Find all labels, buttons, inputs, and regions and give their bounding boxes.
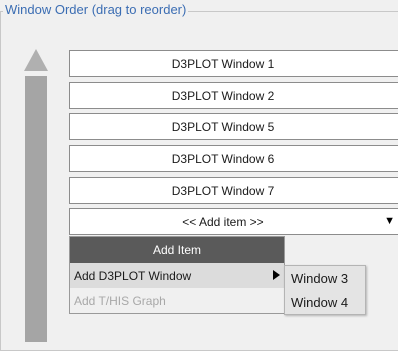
submenu-arrow-icon	[273, 270, 280, 280]
add-item-menu: Add Item Add D3PLOT Window Add T/HIS Gra…	[69, 236, 285, 314]
scrollbar-track[interactable]	[25, 48, 47, 342]
add-item-select[interactable]: << Add item >> ▼	[69, 208, 398, 235]
submenu-item-window-3[interactable]: Window 3	[285, 266, 365, 290]
group-title: Window Order (drag to reorder)	[3, 2, 189, 17]
menu-item-label: Add D3PLOT Window	[74, 268, 192, 283]
triangle-up-icon[interactable]	[24, 49, 48, 71]
window-list-item[interactable]: D3PLOT Window 5	[69, 113, 398, 140]
window-list-item[interactable]: D3PLOT Window 1	[69, 50, 398, 77]
menu-item-label: Add T/HIS Graph	[74, 293, 166, 308]
menu-header: Add Item	[70, 237, 284, 263]
window-list-item[interactable]: D3PLOT Window 7	[69, 177, 398, 204]
add-item-label: << Add item >>	[182, 214, 264, 229]
d3plot-window-submenu: Window 3 Window 4	[284, 265, 366, 315]
submenu-item-window-4[interactable]: Window 4	[285, 290, 365, 314]
window-list-item[interactable]: D3PLOT Window 2	[69, 82, 398, 109]
menu-item-add-d3plot-window[interactable]: Add D3PLOT Window	[70, 263, 284, 288]
window-list-item[interactable]: D3PLOT Window 6	[69, 145, 398, 172]
triangle-down-icon[interactable]: ▼	[384, 215, 395, 227]
menu-item-add-this-graph: Add T/HIS Graph	[70, 288, 284, 313]
